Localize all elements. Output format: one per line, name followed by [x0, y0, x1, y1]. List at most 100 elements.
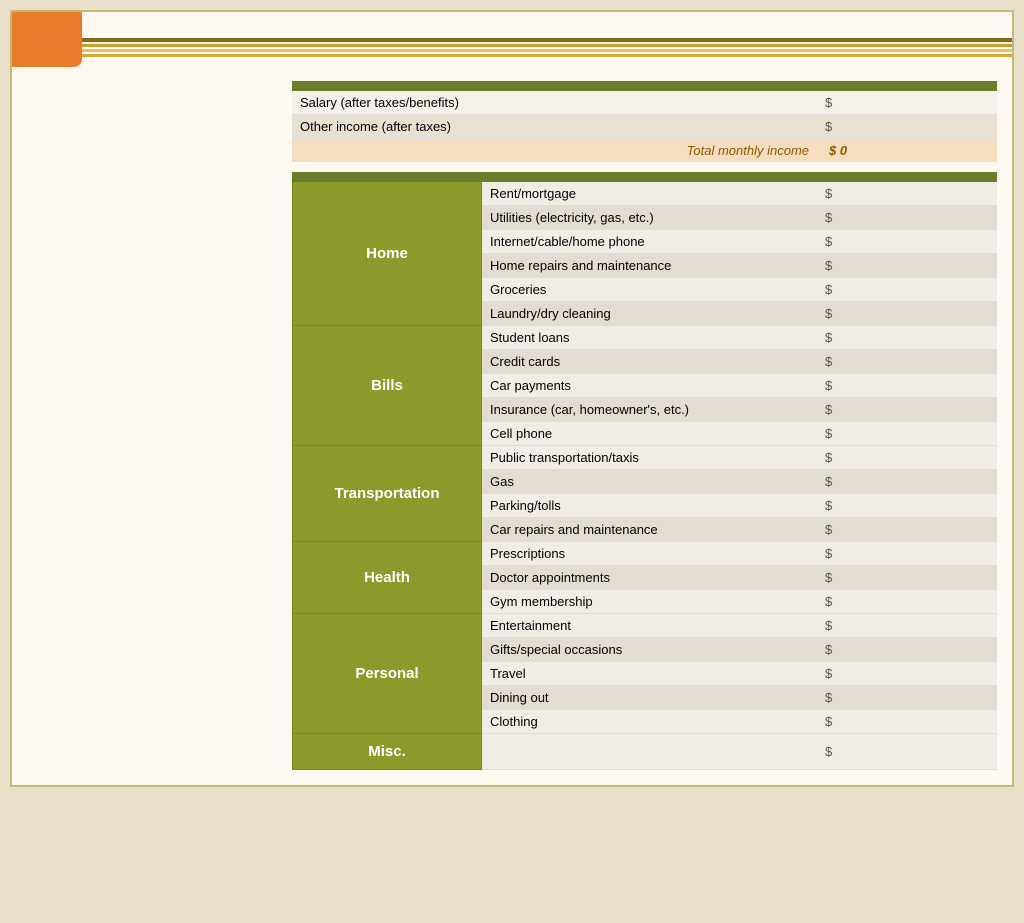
expense-row-label: Student loans [482, 326, 817, 350]
income-header-row [292, 81, 997, 91]
category-rows-bills: Student loans $ Credit cards $ Car payme… [482, 326, 997, 446]
expense-row-value[interactable]: $ [817, 710, 997, 734]
header [12, 12, 1012, 34]
expense-row-value[interactable]: $ [817, 638, 997, 662]
category-rows-health: Prescriptions $ Doctor appointments $ Gy… [482, 542, 997, 614]
expense-row: Cell phone $ [482, 422, 997, 446]
main-content: Salary (after taxes/benefits) $ Other in… [12, 61, 1012, 785]
expense-row-label: Gas [482, 470, 817, 494]
expenses-table-transportation: Public transportation/taxis $ Gas $ Park… [482, 446, 997, 542]
expense-row-value[interactable]: $ [817, 470, 997, 494]
expense-row-value[interactable]: $ [817, 446, 997, 470]
category-rows-personal: Entertainment $ Gifts/special occasions … [482, 614, 997, 734]
income-row: Salary (after taxes/benefits) $ [292, 91, 997, 115]
expense-row: Home repairs and maintenance $ [482, 254, 997, 278]
expense-row-value[interactable]: $ [817, 398, 997, 422]
expense-row-label: Cell phone [482, 422, 817, 446]
expense-row-value[interactable]: $ [817, 230, 997, 254]
category-block-home: Home Rent/mortgage $ Utilities (electric… [292, 182, 997, 326]
expense-row-label: Car repairs and maintenance [482, 518, 817, 542]
category-label-misc.: Misc. [292, 734, 482, 770]
category-block-health: Health Prescriptions $ Doctor appointmen… [292, 542, 997, 614]
expenses-body: Home Rent/mortgage $ Utilities (electric… [292, 182, 997, 770]
expense-row: Student loans $ [482, 326, 997, 350]
expenses-header-table [292, 172, 997, 182]
expense-row-value[interactable]: $ [817, 206, 997, 230]
income-row-value[interactable]: $ [817, 115, 997, 139]
expenses-table-misc: $ [482, 734, 997, 770]
expense-row: Parking/tolls $ [482, 494, 997, 518]
expense-row: Gifts/special occasions $ [482, 638, 997, 662]
expense-row-label: Dining out [482, 686, 817, 710]
expense-row-value[interactable]: $ [817, 566, 997, 590]
income-row-label: Salary (after taxes/benefits) [292, 91, 817, 115]
category-block-transportation: Transportation Public transportation/tax… [292, 446, 997, 542]
total-value[interactable]: $ 0 [817, 139, 997, 163]
misc-value[interactable]: $ [817, 734, 997, 769]
line-4 [12, 54, 1012, 57]
category-label-home: Home [292, 182, 482, 326]
expense-misc-row: $ [482, 734, 997, 769]
expense-row-value[interactable]: $ [817, 326, 997, 350]
expense-row-label: Gifts/special occasions [482, 638, 817, 662]
expense-row-label: Gym membership [482, 590, 817, 614]
expense-row: Gym membership $ [482, 590, 997, 614]
expense-row-value[interactable]: $ [817, 518, 997, 542]
expense-row: Gas $ [482, 470, 997, 494]
expense-row: Travel $ [482, 662, 997, 686]
category-block-personal: Personal Entertainment $ Gifts/special o… [292, 614, 997, 734]
expense-row: Internet/cable/home phone $ [482, 230, 997, 254]
expense-row-value[interactable]: $ [817, 686, 997, 710]
income-row-label: Other income (after taxes) [292, 115, 817, 139]
expense-row-label: Credit cards [482, 350, 817, 374]
category-label-health: Health [292, 542, 482, 614]
left-panel [27, 81, 277, 770]
expense-row-label: Rent/mortgage [482, 182, 817, 206]
page-wrapper: Salary (after taxes/benefits) $ Other in… [10, 10, 1014, 787]
expense-row-value[interactable]: $ [817, 494, 997, 518]
expense-row-label: Entertainment [482, 614, 817, 638]
income-row-value[interactable]: $ [817, 91, 997, 115]
expenses-label-header [482, 172, 817, 182]
expense-row: Insurance (car, homeowner's, etc.) $ [482, 398, 997, 422]
expense-row-label: Internet/cable/home phone [482, 230, 817, 254]
expense-row-value[interactable]: $ [817, 302, 997, 326]
category-rows-home: Rent/mortgage $ Utilities (electricity, … [482, 182, 997, 326]
expense-row: Prescriptions $ [482, 542, 997, 566]
misc-label [482, 734, 817, 769]
expense-row: Credit cards $ [482, 350, 997, 374]
expense-row: Rent/mortgage $ [482, 182, 997, 206]
category-rows-transportation: Public transportation/taxis $ Gas $ Park… [482, 446, 997, 542]
expenses-category-header [292, 172, 482, 182]
income-row: Other income (after taxes) $ [292, 115, 997, 139]
expense-row-value[interactable]: $ [817, 662, 997, 686]
expense-row-value[interactable]: $ [817, 182, 997, 206]
expenses-section: Home Rent/mortgage $ Utilities (electric… [292, 172, 997, 770]
corner-tab [12, 12, 82, 67]
right-panel: Salary (after taxes/benefits) $ Other in… [292, 81, 997, 770]
expense-row-value[interactable]: $ [817, 254, 997, 278]
expense-row-value[interactable]: $ [817, 278, 997, 302]
expense-row-value[interactable]: $ [817, 614, 997, 638]
category-label-personal: Personal [292, 614, 482, 734]
expense-row-value[interactable]: $ [817, 374, 997, 398]
expense-row-value[interactable]: $ [817, 350, 997, 374]
expense-row-value[interactable]: $ [817, 590, 997, 614]
expenses-table-home: Rent/mortgage $ Utilities (electricity, … [482, 182, 997, 326]
expense-row-label: Laundry/dry cleaning [482, 302, 817, 326]
expense-row: Doctor appointments $ [482, 566, 997, 590]
expense-row-label: Utilities (electricity, gas, etc.) [482, 206, 817, 230]
expense-row-label: Prescriptions [482, 542, 817, 566]
expenses-table-health: Prescriptions $ Doctor appointments $ Gy… [482, 542, 997, 614]
category-block-bills: Bills Student loans $ Credit cards $ Car… [292, 326, 997, 446]
expenses-table-personal: Entertainment $ Gifts/special occasions … [482, 614, 997, 734]
income-total-row: Total monthly income $ 0 [292, 139, 997, 163]
expense-row: Entertainment $ [482, 614, 997, 638]
expense-row-value[interactable]: $ [817, 542, 997, 566]
decorative-lines [12, 34, 1012, 61]
income-table: Salary (after taxes/benefits) $ Other in… [292, 81, 997, 162]
expense-row-label: Insurance (car, homeowner's, etc.) [482, 398, 817, 422]
line-3 [12, 49, 1012, 52]
total-label: Total monthly income [292, 139, 817, 163]
expense-row-value[interactable]: $ [817, 422, 997, 446]
